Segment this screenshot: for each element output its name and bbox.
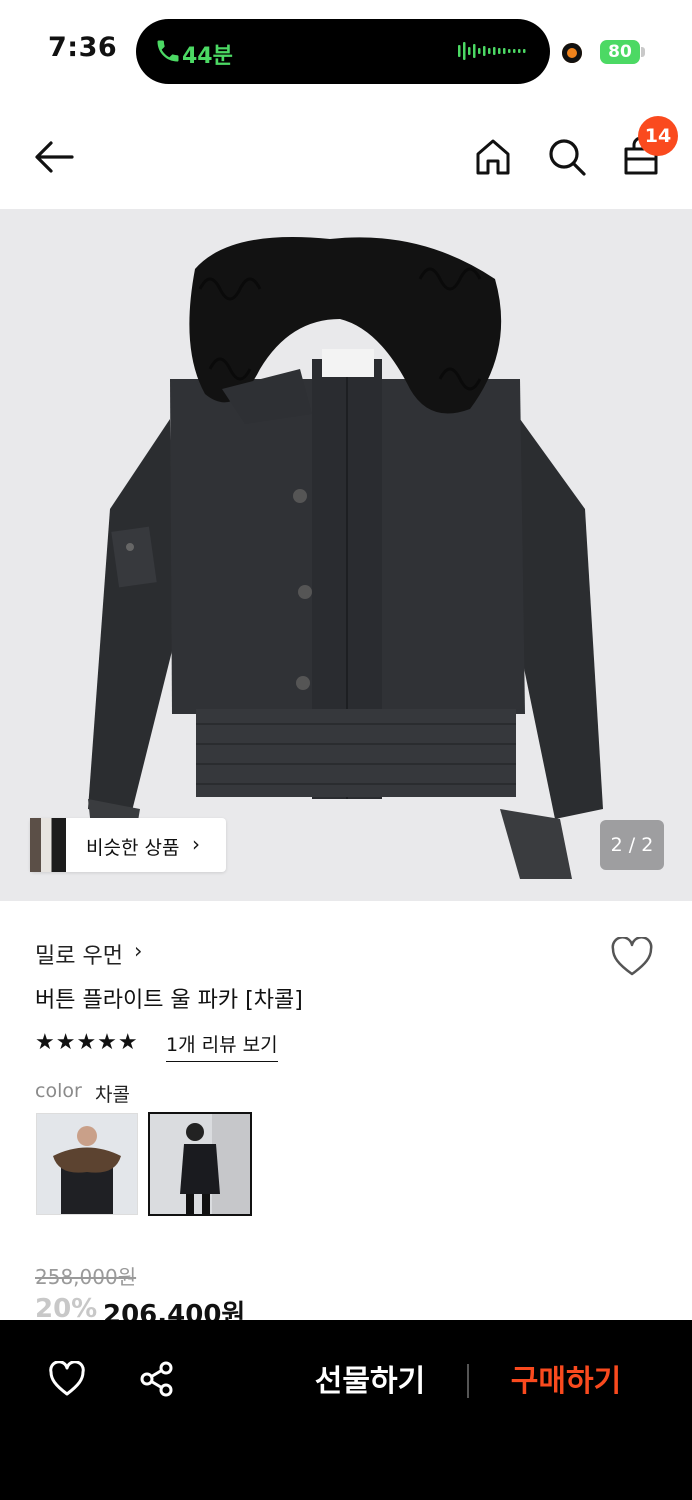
chevron-right-icon: › <box>134 939 143 963</box>
similar-product-thumbnail <box>30 818 66 872</box>
similar-products-button[interactable]: 비슷한 상품 › <box>30 818 226 872</box>
product-image[interactable] <box>0 209 692 901</box>
audio-wave-icon <box>458 42 526 60</box>
cart-count-badge: 14 <box>638 116 678 156</box>
chevron-right-icon: › <box>192 832 200 856</box>
heart-icon[interactable] <box>48 1361 86 1397</box>
color-value: 차콜 <box>95 1084 130 1106</box>
recording-indicator <box>562 43 582 63</box>
color-option-2-selected[interactable] <box>148 1112 252 1216</box>
product-title: 버튼 플라이트 울 파카 [차콜] <box>35 988 303 1013</box>
gift-button[interactable]: 선물하기 <box>300 1360 440 1404</box>
home-icon[interactable] <box>473 137 513 177</box>
arrow-left-icon[interactable] <box>34 137 74 177</box>
review-link[interactable]: 1개 리뷰 보기 <box>166 1030 278 1062</box>
search-icon[interactable] <box>547 137 587 177</box>
brand-link[interactable]: 밀로 우먼 <box>35 938 123 970</box>
color-option-1[interactable] <box>36 1113 138 1215</box>
rating-stars: ★★★★★ <box>35 1030 139 1055</box>
action-divider <box>467 1364 469 1398</box>
original-price: 258,000원 <box>35 1265 137 1289</box>
similar-products-label: 비슷한 상품 <box>86 837 180 859</box>
color-option-image <box>37 1114 137 1214</box>
buy-button[interactable]: 구매하기 <box>496 1360 636 1404</box>
call-activity-pill[interactable]: 44분 <box>136 19 550 84</box>
battery-tip <box>641 47 645 57</box>
heart-icon[interactable] <box>610 937 654 977</box>
share-icon[interactable] <box>138 1360 176 1398</box>
jacket-illustration <box>88 237 603 879</box>
bottom-action-bar <box>0 1320 692 1500</box>
battery-indicator: 80 <box>600 40 640 64</box>
image-page-indicator: 2 / 2 <box>600 820 664 870</box>
color-label: color <box>35 1080 82 1102</box>
call-duration: 44분 <box>182 44 233 69</box>
phone-icon <box>157 40 179 62</box>
status-time: 7:36 <box>48 32 118 63</box>
color-option-image <box>150 1114 250 1214</box>
